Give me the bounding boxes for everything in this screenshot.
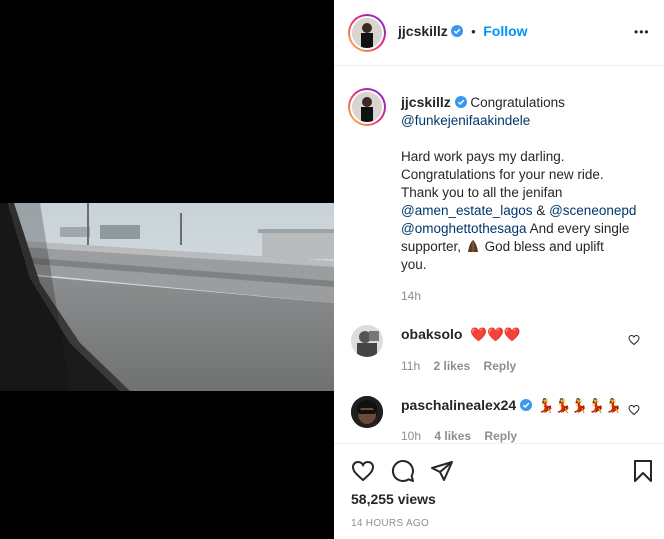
mention-sceneonepd[interactable]: @sceneonepd: [549, 203, 636, 218]
bookmark-icon[interactable]: [632, 459, 654, 483]
comment-username[interactable]: obaksolo: [401, 326, 462, 342]
view-count[interactable]: 58,255 views: [351, 491, 436, 507]
comment-reply-button[interactable]: Reply: [484, 359, 517, 373]
heart-icon[interactable]: [351, 459, 375, 483]
video-frame-image: [0, 203, 334, 391]
caption-text-line7: And every single: [529, 221, 630, 236]
comment-text: 💃💃💃💃💃: [537, 398, 622, 414]
avatar-image: [352, 18, 382, 48]
author-username[interactable]: jjcskillz: [398, 23, 448, 39]
verified-badge-icon: [451, 25, 464, 37]
separator-dot: •: [471, 24, 476, 39]
video-player[interactable]: [0, 203, 334, 391]
comment-icon[interactable]: [391, 459, 415, 483]
post-timestamp[interactable]: 14 HOURS AGO: [351, 518, 429, 529]
author-avatar[interactable]: [348, 14, 386, 52]
mention-omoghettothesaga[interactable]: @omoghettothesaga: [401, 221, 527, 236]
caption-text-line4: Congratulations for your new ride.: [401, 167, 604, 182]
post-media: [0, 0, 334, 539]
praying-hands-emoji-icon: [467, 240, 478, 252]
commenter-avatar[interactable]: [351, 396, 383, 428]
commenter-avatar[interactable]: [351, 325, 383, 357]
comment-text: ❤️❤️❤️: [470, 327, 521, 343]
verified-badge-icon: [454, 96, 467, 108]
caption-avatar[interactable]: [348, 88, 386, 126]
comment-username[interactable]: paschalinealex24: [401, 397, 516, 413]
mention-amen-estate-lagos[interactable]: @amen_estate_lagos: [401, 203, 533, 218]
verified-badge-icon: [519, 399, 532, 411]
post-header: jjcskillz • Follow •••: [334, 0, 664, 66]
caption-username[interactable]: jjcskillz: [401, 94, 451, 110]
avatar-image: [351, 325, 383, 357]
comment-reply-button[interactable]: Reply: [484, 429, 517, 443]
caption-text-line5: Thank you to all the jenifan: [401, 185, 563, 200]
caption-text-line9: you.: [401, 257, 427, 272]
post-actions: 58,255 views 14 HOURS AGO: [334, 443, 664, 539]
caption-text-line1: Congratulations: [470, 95, 565, 110]
caption-time[interactable]: 14h: [401, 289, 421, 303]
comment-like-heart-icon[interactable]: [628, 404, 640, 416]
paper-plane-icon[interactable]: [430, 459, 454, 483]
caption-ampersand: &: [536, 203, 546, 218]
follow-button[interactable]: Follow: [483, 23, 527, 39]
comment-like-heart-icon[interactable]: [628, 334, 640, 346]
comment-time[interactable]: 11h: [401, 359, 420, 373]
avatar-image: [352, 92, 382, 122]
comment-likes[interactable]: 2 likes: [433, 359, 470, 373]
mention-funkejenifaakindele[interactable]: @funkejenifaakindele: [401, 113, 530, 128]
comment-likes[interactable]: 4 likes: [434, 429, 471, 443]
more-options-icon[interactable]: •••: [634, 25, 650, 39]
caption-text-line8b: God bless and uplift: [484, 239, 604, 254]
comment-time[interactable]: 10h: [401, 429, 421, 443]
post-panel: jjcskillz • Follow ••• jjcskillz Congrat…: [334, 0, 664, 539]
avatar-image: [351, 396, 383, 428]
caption-text-line3: Hard work pays my darling.: [401, 149, 565, 164]
caption-text-line8a: supporter,: [401, 239, 462, 254]
